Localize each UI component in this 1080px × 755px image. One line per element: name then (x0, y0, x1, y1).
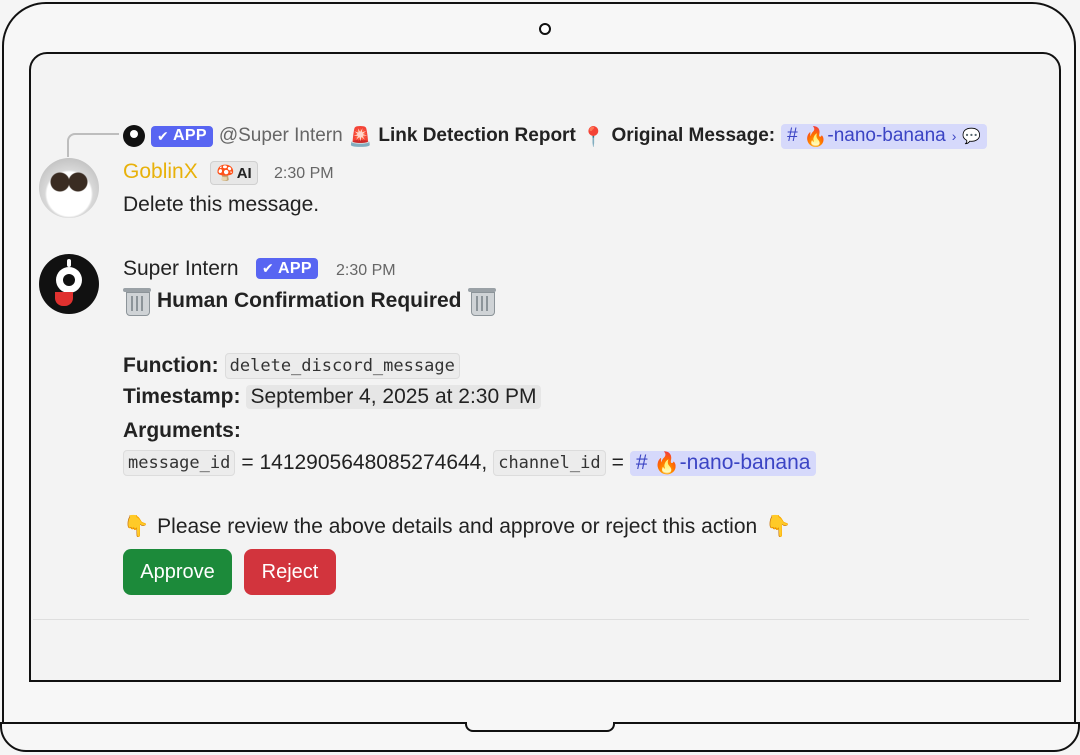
point-down-icon: 👇 (765, 514, 792, 538)
approve-button[interactable]: Approve (123, 549, 232, 595)
goblinx-avatar[interactable] (39, 158, 99, 218)
super-intern-username[interactable]: Super Intern (123, 257, 239, 281)
reply-connector (67, 133, 119, 157)
ai-role-badge: 🍄 AI (210, 161, 258, 185)
message1-text: Delete this message. (123, 193, 320, 216)
point-down-icon: 👇 (123, 514, 150, 538)
message1-timestamp: 2:30 PM (274, 165, 334, 182)
arg-channel-id-key: channel_id (493, 450, 606, 476)
timestamp-label: Timestamp: (123, 385, 241, 408)
channel-name: -nano-banana (679, 451, 811, 474)
timestamp-value[interactable]: September 4, 2025 at 2:30 PM (246, 385, 541, 409)
super-intern-avatar[interactable] (39, 254, 99, 314)
mushroom-icon: 🍄 (216, 164, 235, 182)
arg-message-id-value: = 1412905648085274644, (241, 451, 488, 474)
arguments-label: Arguments: (123, 419, 241, 442)
reply-mention[interactable]: @Super Intern (219, 125, 343, 147)
app-badge: ✔ APP (151, 125, 213, 147)
review-text: Please review the above details and appr… (157, 514, 758, 538)
goblinx-username[interactable]: GoblinX (123, 160, 198, 184)
app-badge-label: APP (278, 259, 312, 277)
chevron-right-icon: › (951, 128, 957, 144)
laptop-notch (465, 722, 615, 732)
function-value: delete_discord_message (224, 353, 460, 379)
divider (33, 619, 1029, 620)
check-icon: ✔ (157, 127, 170, 144)
super-intern-mini-avatar (123, 125, 145, 147)
arguments-values: message_id = 1412905648085274644, channe… (123, 450, 817, 476)
arguments-row: Arguments: (123, 419, 247, 443)
channel-name: -nano-banana (827, 125, 946, 146)
fire-icon: 🔥 (653, 450, 680, 475)
app-badge-label: APP (173, 127, 207, 144)
timestamp-row: Timestamp: September 4, 2025 at 2:30 PM (123, 385, 541, 409)
hash-icon: # (635, 451, 648, 474)
trash-icon (467, 286, 496, 316)
trash-icon (123, 286, 151, 316)
confirmation-title-text: Human Confirmation Required (157, 289, 462, 312)
check-icon: ✔ (262, 260, 275, 276)
channel-mention-link[interactable]: # 🔥 -nano-banana (629, 450, 817, 476)
hash-icon: # (787, 125, 798, 146)
confirmation-title: Human Confirmation Required (123, 286, 502, 316)
function-label: Function: (123, 354, 219, 377)
review-instruction: 👇 Please review the above details and ap… (123, 514, 791, 539)
cape-shape (55, 292, 73, 306)
antenna-shape (67, 259, 71, 267)
pupil-shape (63, 274, 75, 286)
arg-message-id-key: message_id (123, 450, 236, 476)
camera-icon (539, 23, 551, 35)
channel-mention-link[interactable]: # 🔥 -nano-banana › 💬 (781, 123, 988, 149)
pin-icon: 📍 (581, 125, 606, 148)
report-title: Link Detection Report (378, 125, 576, 146)
app-badge: ✔ APP (256, 258, 318, 279)
fire-icon: 🔥 (803, 125, 828, 148)
reply-reference[interactable]: ✔ APP @Super Intern 🚨 Link Detection Repo… (123, 122, 993, 150)
thread-icon: 💬 (962, 127, 982, 145)
original-message-label: Original Message: (611, 125, 776, 146)
siren-icon: 🚨 (348, 125, 373, 148)
arg-channel-id-equals: = (611, 451, 624, 474)
message2-timestamp: 2:30 PM (336, 262, 396, 279)
function-row: Function: delete_discord_message (123, 353, 460, 379)
reject-button[interactable]: Reject (244, 549, 336, 595)
ai-badge-label: AI (236, 164, 252, 182)
